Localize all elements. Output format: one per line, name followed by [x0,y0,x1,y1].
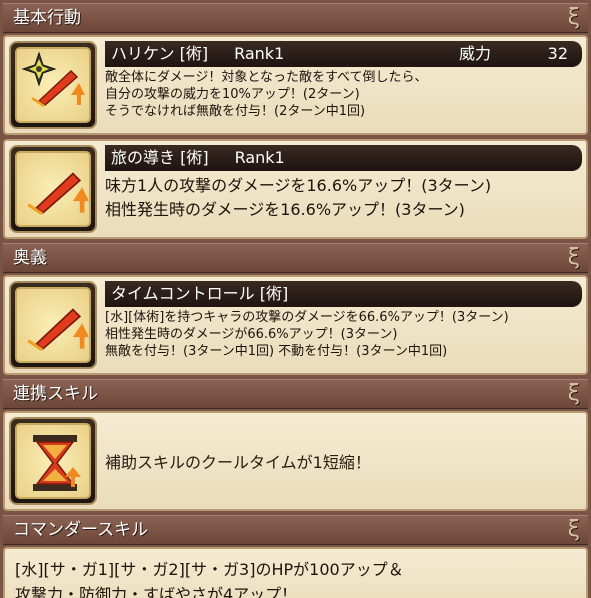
section-title-link: 連携スキル [13,384,98,404]
section-title-ougi: 奥義 [13,248,47,268]
description-line: 味方1人の攻撃のダメージを16.6%アップ！(3ターン) [105,176,492,195]
skill-rank: Rank1 [234,148,285,167]
description-line: [水][サ・ガ1][サ・ガ2][サ・ガ3]のHPが100アップ＆ [15,560,404,579]
skill-icon-frame [9,281,97,369]
section-header-commander: コマンダースキル ξ [3,515,588,545]
swirl-ornament-icon: ξ [567,517,580,542]
description-line: 相性発生時のダメージを16.6%アップ！(3ターン) [105,200,465,219]
skill-description: [水][体術]を持つキャラの攻撃のダメージを66.6%アップ！(3ターン) 相性… [105,307,582,360]
skill-card-link[interactable]: 補助スキルのクールタイムが1短縮！ [3,411,588,511]
shuriken-sword-icon [15,47,91,123]
section-header-link: 連携スキル ξ [3,379,588,409]
power-value: 32 [547,44,568,63]
skill-rank: Rank1 [234,44,285,63]
skill-name: タイムコントロール [術] [111,284,289,303]
skill-card-timecontrol[interactable]: タイムコントロール [術] [水][体術]を持つキャラの攻撃のダメージを66.6… [3,275,588,375]
skill-card-guide[interactable]: 旅の導き [術] Rank1 味方1人の攻撃のダメージを16.6%アップ！(3タ… [3,139,588,239]
section-title-basic: 基本行動 [13,8,81,28]
skill-title-bar: ハリケン [術] Rank1 威力 32 [105,41,582,67]
skill-description: 味方1人の攻撃のダメージを16.6%アップ！(3ターン) 相性発生時のダメージを… [105,171,582,222]
skill-icon-frame [9,41,97,129]
skill-title-bar: タイムコントロール [術] [105,281,582,307]
section-title-commander: コマンダースキル [13,520,149,540]
skill-icon-frame [9,145,97,233]
description-line: 無敵を付与！(3ターン中1回) 不動を付与！(3ターン中1回) [105,344,448,359]
skill-icon-frame [9,417,97,505]
section-header-basic: 基本行動 ξ [3,3,588,33]
skill-description: 敵全体にダメージ！対象となった敵をすべて倒したら、 自分の攻撃の威力を10%アッ… [105,67,582,120]
skill-card-commander[interactable]: [水][サ・ガ1][サ・ガ2][サ・ガ3]のHPが100アップ＆ 攻撃力・防御力… [3,547,588,598]
description-line: 攻撃力・防御力・すばやさが4アップ！ [15,585,298,598]
section-header-ougi: 奥義 ξ [3,243,588,273]
commander-description: [水][サ・ガ1][サ・ガ2][サ・ガ3]のHPが100アップ＆ 攻撃力・防御力… [15,555,404,598]
swirl-ornament-icon: ξ [567,381,580,406]
sword-buff-icon [15,287,91,363]
hourglass-icon [15,423,91,499]
description-line: 相性発生時のダメージが66.6%アップ！(3ターン) [105,327,398,342]
sword-buff-icon [15,151,91,227]
swirl-ornament-icon: ξ [567,5,580,30]
skill-title-bar: 旅の導き [術] Rank1 [105,145,582,171]
description-line: 敵全体にダメージ！対象となった敵をすべて倒したら、 [105,70,428,85]
skill-name: 旅の導き [術] [111,148,209,167]
skill-card-hurricane[interactable]: ハリケン [術] Rank1 威力 32 敵全体にダメージ！対象となった敵をすべ… [3,35,588,135]
description-line: [水][体術]を持つキャラの攻撃のダメージを66.6%アップ！(3ターン) [105,310,509,325]
description-line: そうでなければ無敵を付与！(2ターン中1回) [105,104,366,119]
link-description: 補助スキルのクールタイムが1短縮！ [97,417,582,505]
description-line: 自分の攻撃の威力を10%アップ！(2ターン) [105,87,360,102]
skill-name: ハリケン [術] [111,44,209,63]
swirl-ornament-icon: ξ [567,245,580,270]
power-label: 威力 [459,44,492,63]
skill-panel: 基本行動 ξ ハリケン [術] Rank1 威力 32 敵全体にダメージ！対象と… [0,0,591,598]
description-line: 補助スキルのクールタイムが1短縮！ [105,453,371,472]
